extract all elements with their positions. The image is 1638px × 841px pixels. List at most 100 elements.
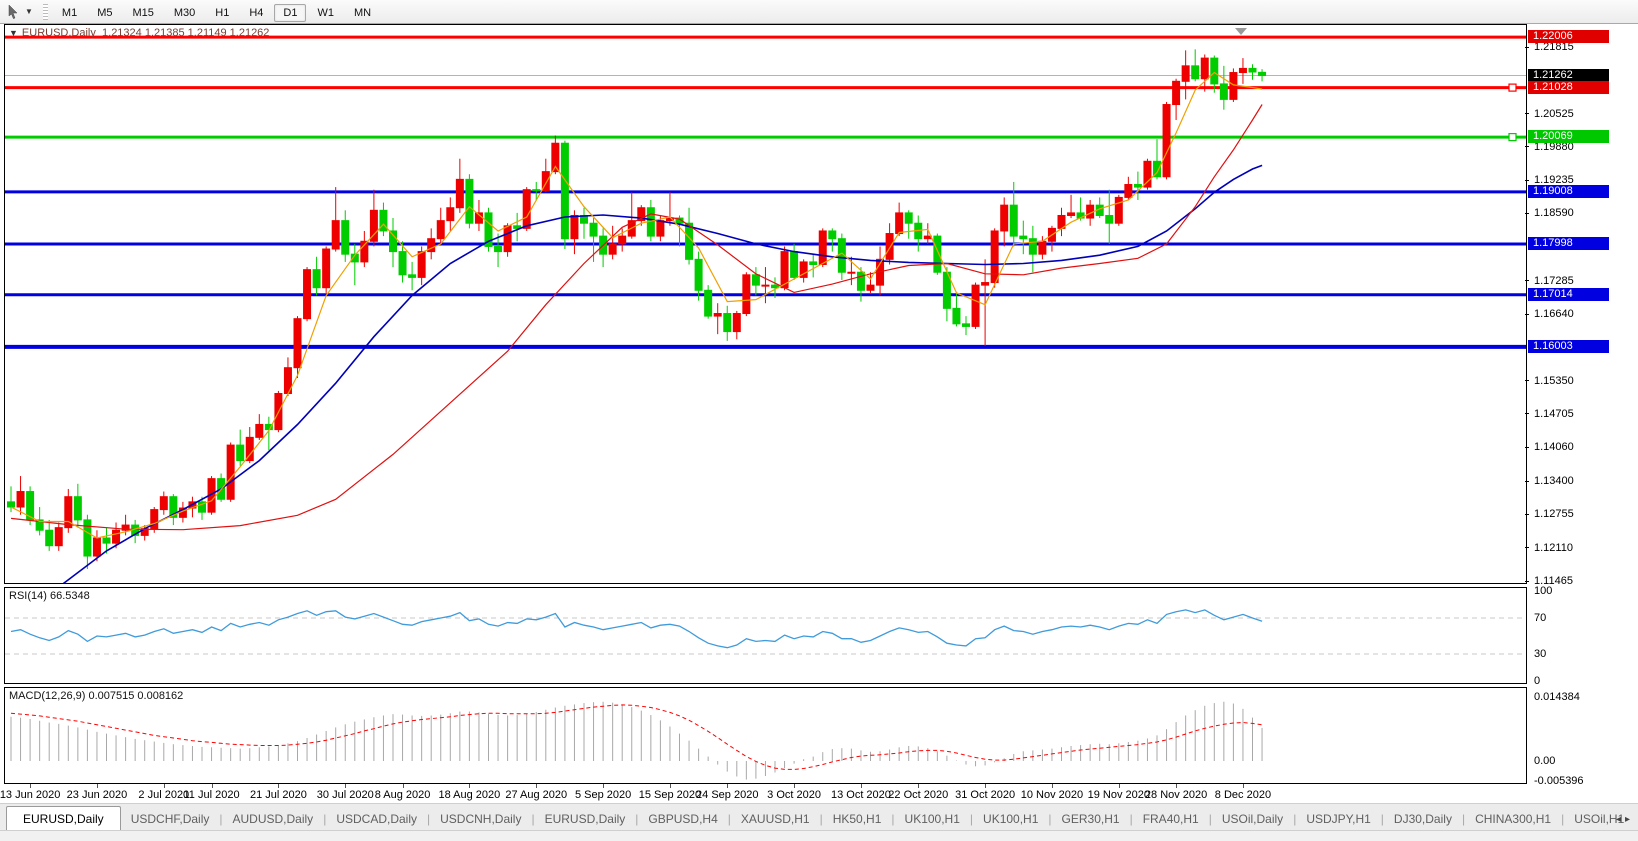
candle-body (686, 223, 693, 259)
chart-tab-USDJPY-H1[interactable]: USDJPY,H1 (1296, 807, 1380, 831)
candle-body (905, 213, 912, 223)
time-axis-label: 13 Jun 2020 (0, 789, 60, 801)
candle-body (466, 179, 473, 223)
candle-body (590, 223, 597, 236)
price-axis-label: 1.17285 (1534, 275, 1574, 287)
candle-body (456, 179, 463, 207)
price-axis-label: 1.14060 (1534, 441, 1574, 453)
timeframe-button-M15[interactable]: M15 (123, 4, 162, 22)
time-axis-tick (345, 784, 346, 788)
candle-body (342, 221, 349, 255)
time-axis-label: 28 Nov 2020 (1145, 789, 1207, 801)
chart-tab-DJ30-Daily[interactable]: DJ30,Daily (1384, 807, 1462, 831)
price-axis-tick (1525, 280, 1529, 281)
price-axis-label: 1.18590 (1534, 207, 1574, 219)
time-axis: 13 Jun 202023 Jun 20202 Jul 202011 Jul 2… (4, 784, 1527, 803)
line-handle-marker[interactable] (1509, 134, 1516, 141)
timeframe-button-H4[interactable]: H4 (240, 4, 272, 22)
price-axis-tick (1525, 113, 1529, 114)
ma-fast-line (11, 73, 1262, 539)
timeframe-button-M30[interactable]: M30 (165, 4, 204, 22)
candle-body (160, 497, 167, 510)
candle-body (1211, 58, 1218, 84)
chart-tab-HK50-H1[interactable]: HK50,H1 (823, 807, 892, 831)
candle-body (561, 143, 568, 238)
candle-body (437, 221, 444, 239)
chart-tab-CHINA300-H1[interactable]: CHINA300,H1 (1465, 807, 1561, 831)
candle-body (972, 285, 979, 326)
price-axis-tick (1525, 413, 1529, 414)
candle-body (1010, 205, 1017, 236)
chart-tab-USOil-Daily[interactable]: USOil,Daily (1212, 807, 1293, 831)
price-axis-label: 1.12755 (1534, 508, 1574, 520)
timeframe-button-H1[interactable]: H1 (206, 4, 238, 22)
chart-tab-GER30-H1[interactable]: GER30,H1 (1052, 807, 1130, 831)
candle-body (313, 270, 320, 288)
candle-body (237, 445, 244, 460)
chart-tab-USDCHF-Daily[interactable]: USDCHF,Daily (121, 807, 220, 831)
chart-tab-XAUUSD-H1[interactable]: XAUUSD,H1 (731, 807, 820, 831)
candle-body (1125, 185, 1132, 198)
price-axis-tick (1525, 447, 1529, 448)
chart-shift-marker-icon[interactable] (1235, 28, 1247, 35)
candle-body (609, 244, 616, 254)
chart-tab-AUDUSD-Daily[interactable]: AUDUSD,Daily (223, 807, 324, 831)
time-axis-label: 15 Sep 2020 (639, 789, 701, 801)
macd-chart (5, 688, 1526, 783)
time-axis-tick (670, 784, 671, 788)
tab-scroll-arrows: ◂▸ (1616, 814, 1634, 825)
candle-body (867, 285, 874, 290)
line-handle-marker[interactable] (1509, 84, 1516, 91)
chevron-down-icon: ▼ (25, 7, 33, 16)
candle-body (74, 497, 81, 520)
time-axis-tick (164, 784, 165, 788)
chart-tab-FRA40-H1[interactable]: FRA40,H1 (1133, 807, 1209, 831)
rsi-axis-label: 70 (1534, 612, 1546, 624)
chart-tab-UK100-H1[interactable]: UK100,H1 (895, 807, 970, 831)
timeframe-button-M5[interactable]: M5 (88, 4, 121, 22)
macd-indicator-pane: MACD(12,26,9) 0.007515 0.008162 (4, 687, 1527, 784)
candle-body (1182, 66, 1189, 81)
chart-title-caret-icon[interactable]: ▼ (9, 28, 18, 38)
time-axis-tick (469, 784, 470, 788)
candle-body (380, 210, 387, 231)
time-axis-label: 13 Oct 2020 (831, 789, 891, 801)
chart-tab-GBPUSD-H4[interactable]: GBPUSD,H4 (638, 807, 727, 831)
price-axis-tick (1525, 380, 1529, 381)
ma-medium-line (11, 105, 1262, 530)
candle-body (752, 275, 759, 285)
candle-body (953, 308, 960, 323)
timeframe-button-MN[interactable]: MN (345, 4, 380, 22)
time-axis-label: 18 Aug 2020 (438, 789, 500, 801)
cursor-tool-button[interactable]: ▼ (0, 0, 39, 23)
rsi-label: RSI(14) 66.5348 (9, 590, 90, 602)
time-axis-tick (1243, 784, 1244, 788)
time-axis-tick (212, 784, 213, 788)
rsi-indicator-pane: RSI(14) 66.5348 (4, 587, 1527, 684)
chart-tab-EURUSD-Daily[interactable]: EURUSD,Daily (6, 806, 121, 831)
timeframe-button-W1[interactable]: W1 (308, 4, 343, 22)
price-axis-tick (1525, 146, 1529, 147)
time-axis-tick (403, 784, 404, 788)
time-axis-label: 11 Jul 2020 (184, 789, 240, 801)
candle-body (1144, 161, 1151, 187)
time-axis-tick (861, 784, 862, 788)
tab-scroll-right-icon[interactable]: ▸ (1625, 814, 1634, 825)
candle-body (1201, 58, 1208, 79)
macd-axis-label: 0.00 (1534, 755, 1555, 767)
time-axis-tick (97, 784, 98, 788)
candle-body (1230, 73, 1237, 100)
chart-tab-USDCAD-Daily[interactable]: USDCAD,Daily (326, 807, 427, 831)
timeframe-button-M1[interactable]: M1 (53, 4, 86, 22)
toolbar-grip[interactable] (43, 4, 48, 20)
candle-body (55, 528, 62, 546)
price-badge: 1.21262 (1528, 69, 1609, 82)
chart-tab-UK100-H1[interactable]: UK100,H1 (973, 807, 1048, 831)
tab-scroll-left-icon[interactable]: ◂ (1616, 814, 1625, 825)
chart-tab-EURUSD-Daily[interactable]: EURUSD,Daily (535, 807, 636, 831)
timeframe-button-D1[interactable]: D1 (274, 4, 306, 22)
chart-tab-USDCNH-Daily[interactable]: USDCNH,Daily (430, 807, 531, 831)
price-axis-tick (1525, 514, 1529, 515)
candle-body (113, 530, 120, 543)
candlestick-chart (5, 25, 1526, 583)
